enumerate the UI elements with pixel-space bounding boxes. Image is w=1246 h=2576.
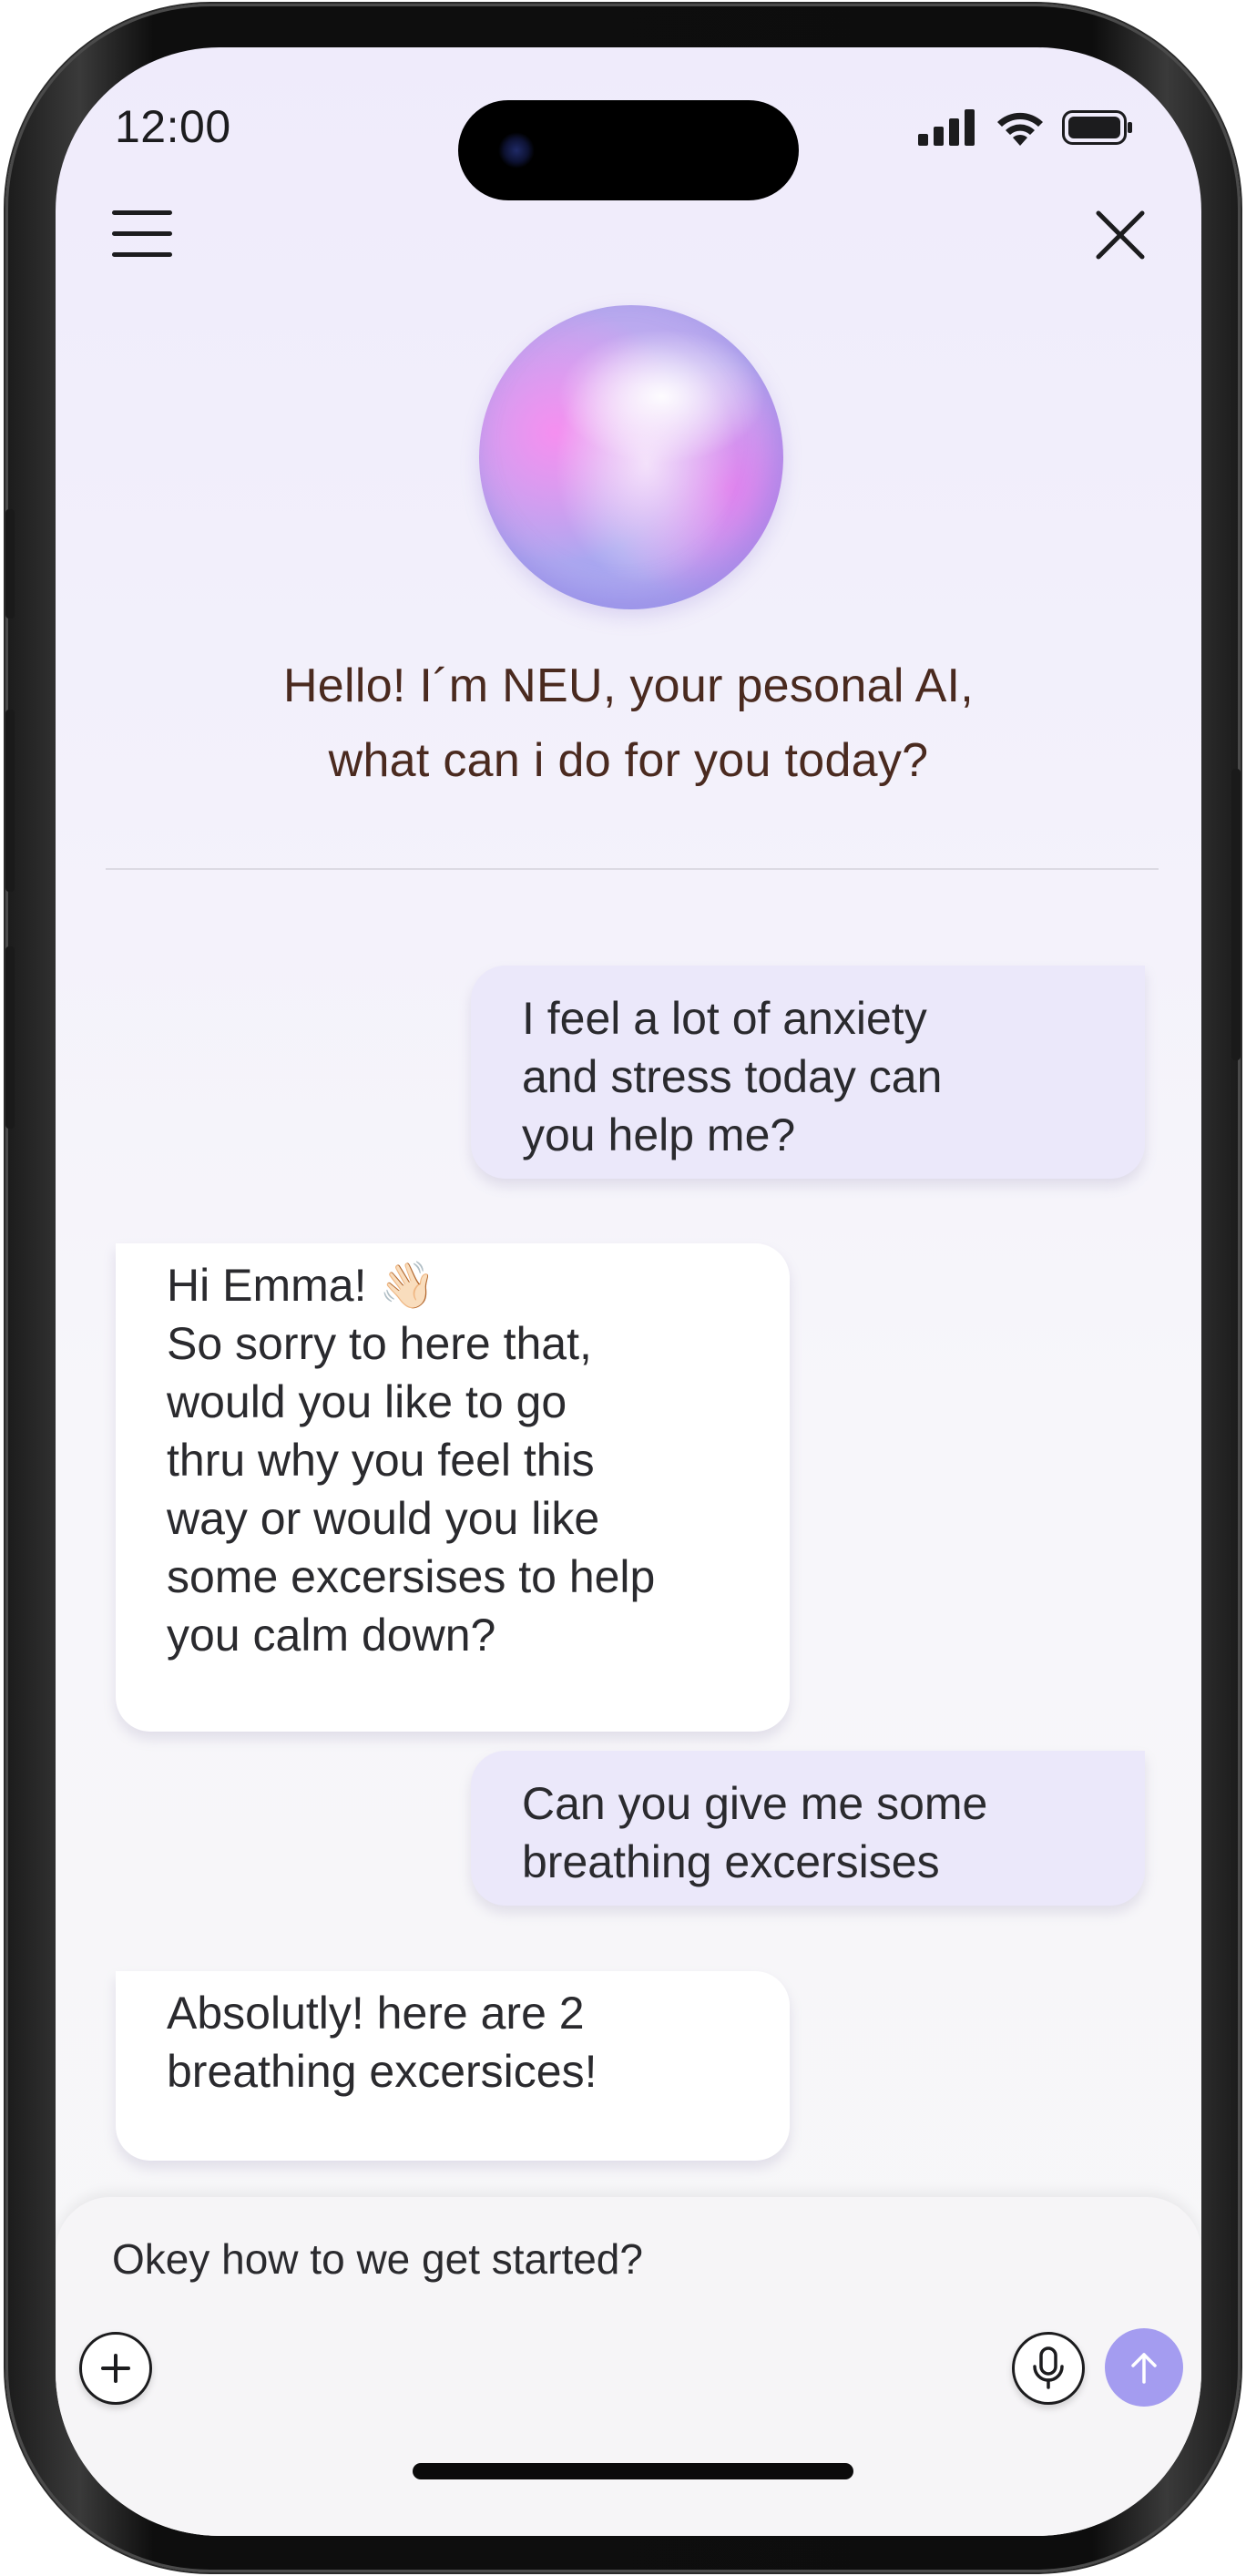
battery-icon bbox=[1062, 110, 1132, 145]
dynamic-island bbox=[458, 100, 799, 200]
ai-message-bubble: Hi Emma! 👋🏻 So sorry to here that, would… bbox=[116, 1243, 790, 1732]
cellular-signal-icon bbox=[918, 109, 975, 146]
power-button bbox=[1231, 769, 1241, 1060]
ai-message-bubble: Absolutly! here are 2 breathing excersic… bbox=[116, 1971, 790, 2161]
user-message-bubble: Can you give me some breathing excersise… bbox=[471, 1751, 1145, 1906]
screen: 12:00 Hello! I´m NEU, your pesonal AI, w… bbox=[56, 47, 1201, 2536]
home-indicator[interactable] bbox=[413, 2463, 853, 2479]
message-composer bbox=[56, 2197, 1201, 2536]
ai-greeting-text: Hi Emma! bbox=[167, 1260, 380, 1311]
greeting-line-1: Hello! I´m NEU, your pesonal AI, bbox=[282, 659, 975, 712]
phone-frame: 12:00 Hello! I´m NEU, your pesonal AI, w… bbox=[5, 4, 1241, 2572]
status-icons bbox=[918, 109, 1133, 146]
ai-message-text: So sorry to here that, would you like to… bbox=[167, 1318, 656, 1661]
user-message-bubble: I feel a lot of anxiety and stress today… bbox=[471, 966, 1145, 1179]
divider bbox=[106, 868, 1159, 870]
front-camera-icon bbox=[498, 132, 535, 169]
plus-icon bbox=[101, 2354, 130, 2383]
waving-hand-icon: 👋🏻 bbox=[379, 1260, 436, 1311]
status-time: 12:00 bbox=[115, 101, 231, 152]
hamburger-menu-icon[interactable] bbox=[110, 207, 174, 261]
message-input[interactable] bbox=[110, 2234, 1021, 2285]
volume-up-button bbox=[5, 710, 15, 892]
arrow-up-icon bbox=[1131, 2353, 1157, 2384]
voice-input-button[interactable] bbox=[1012, 2332, 1085, 2405]
microphone-icon bbox=[1033, 2346, 1064, 2389]
close-icon[interactable] bbox=[1089, 204, 1151, 266]
assistant-greeting: Hello! I´m NEU, your pesonal AI, what ca… bbox=[56, 649, 1201, 798]
greeting-line-2: what can i do for you today? bbox=[328, 734, 929, 787]
action-button bbox=[5, 509, 15, 618]
wifi-icon bbox=[997, 112, 1043, 146]
send-button[interactable] bbox=[1105, 2328, 1183, 2407]
ai-orb-avatar bbox=[479, 305, 783, 609]
volume-down-button bbox=[5, 946, 15, 1129]
add-attachment-button[interactable] bbox=[79, 2332, 152, 2405]
